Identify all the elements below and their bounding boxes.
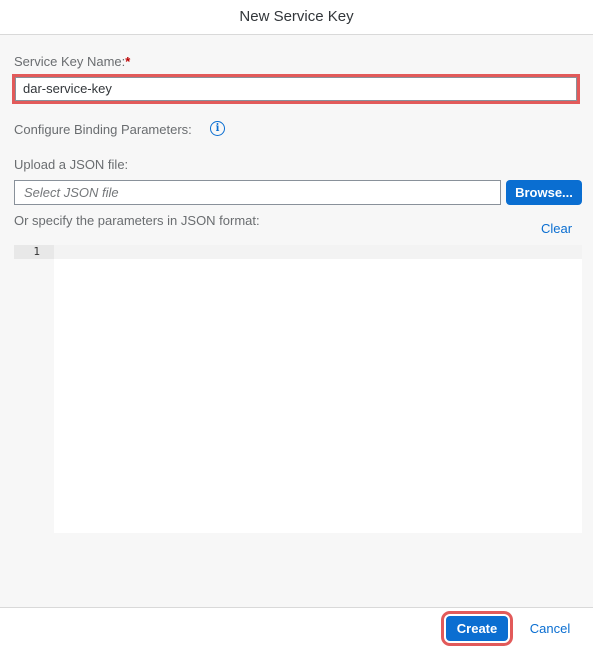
dialog-title: New Service Key	[0, 0, 593, 35]
service-key-name-input[interactable]: dar-service-key	[12, 74, 580, 104]
cancel-button[interactable]: Cancel	[522, 616, 578, 641]
create-button[interactable]: Create	[441, 611, 513, 646]
line-number: 1	[14, 245, 54, 259]
editor-active-line[interactable]	[54, 245, 582, 259]
editor-gutter	[14, 245, 54, 533]
clear-link[interactable]: Clear	[541, 221, 572, 236]
json-params-label: Or specify the parameters in JSON format…	[14, 213, 260, 228]
service-key-name-label-text: Service Key Name:	[14, 54, 126, 69]
required-marker: *	[125, 54, 131, 69]
service-key-name-label: Service Key Name:*	[14, 54, 130, 69]
browse-button[interactable]: Browse...	[506, 180, 582, 205]
info-icon[interactable]: i	[210, 121, 225, 136]
json-editor[interactable]: 1	[14, 245, 582, 533]
binding-parameters-label: Configure Binding Parameters:	[14, 122, 192, 137]
new-service-key-dialog: New Service Key Service Key Name:* dar-s…	[0, 0, 593, 646]
upload-json-label: Upload a JSON file:	[14, 157, 129, 172]
json-file-input[interactable]: Select JSON file	[14, 180, 501, 205]
